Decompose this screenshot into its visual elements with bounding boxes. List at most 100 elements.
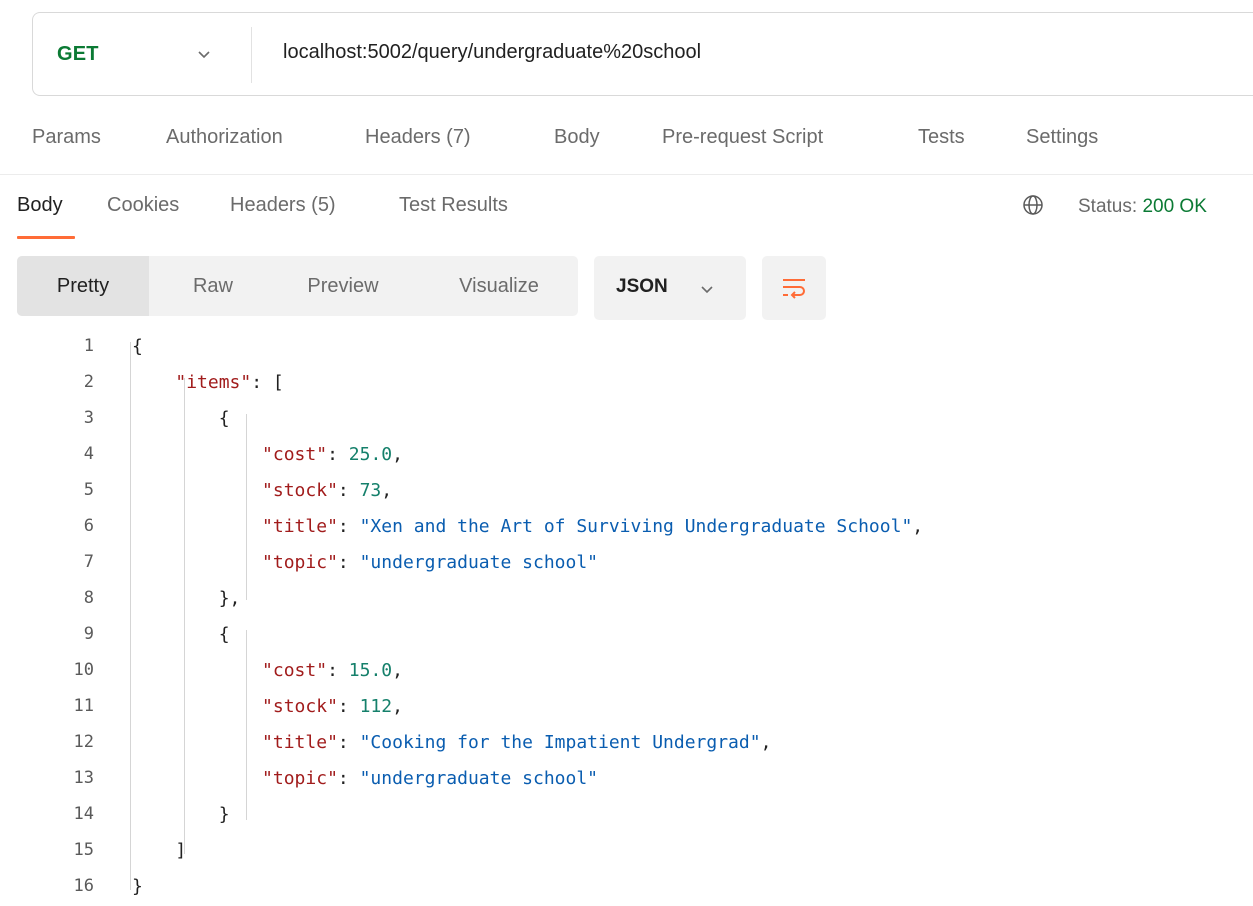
line-text: "items": [: [132, 372, 283, 393]
code-line: 2 "items": [: [0, 366, 1253, 402]
code-line: 8 },: [0, 582, 1253, 618]
line-number: 6: [83, 516, 94, 536]
line-text: "title": "Cooking for the Impatient Unde…: [132, 732, 771, 753]
code-token: :: [327, 444, 349, 465]
code-token: ,: [392, 660, 403, 681]
tab-params[interactable]: Params: [32, 126, 101, 149]
line-text: {: [132, 408, 230, 429]
view-raw-button[interactable]: Raw: [157, 256, 269, 316]
response-tab-headers[interactable]: Headers (5): [230, 194, 336, 217]
line-number: 1: [83, 336, 94, 356]
code-line: 11 "stock": 112,: [0, 690, 1253, 726]
format-select[interactable]: JSON: [594, 256, 746, 320]
chevron-down-icon[interactable]: [193, 43, 215, 65]
code-token: :: [337, 516, 360, 537]
section-divider: [0, 174, 1253, 175]
code-token: "items": [175, 372, 252, 393]
code-line: 1{: [0, 330, 1253, 366]
code-token: 15.0: [348, 660, 393, 681]
response-body-code[interactable]: 1{2 "items": [3 {4 "cost": 25.0, 5 "stock…: [0, 330, 1253, 897]
request-bar: GET localhost:5002/query/undergraduate%2…: [32, 12, 1253, 96]
status-indicator[interactable]: Status: 200 OK: [1078, 196, 1207, 218]
code-token: "stock": [262, 480, 338, 501]
tab-tests[interactable]: Tests: [918, 126, 965, 149]
method-select[interactable]: GET: [57, 43, 99, 66]
code-token: "Cooking for the Impatient Undergrad": [359, 732, 761, 753]
code-token: "undergraduate school": [359, 768, 599, 789]
line-text: ]: [132, 840, 186, 861]
line-text: "stock": 73,: [132, 480, 392, 501]
code-token: "title": [262, 516, 338, 537]
active-tab-indicator: [17, 236, 75, 239]
response-tab-test-results[interactable]: Test Results: [399, 194, 508, 217]
code-token: "cost": [262, 444, 328, 465]
view-preview-button[interactable]: Preview: [273, 256, 413, 316]
code-line: 13 "topic": "undergraduate school": [0, 762, 1253, 798]
code-line: 14 }: [0, 798, 1253, 834]
code-token: ,: [381, 480, 393, 501]
code-token: ]: [132, 840, 187, 861]
code-token: {: [132, 336, 143, 357]
code-token: :: [337, 768, 360, 789]
tab-headers[interactable]: Headers (7): [365, 126, 471, 149]
tab-settings[interactable]: Settings: [1026, 126, 1098, 149]
code-line: 10 "cost": 15.0,: [0, 654, 1253, 690]
url-input[interactable]: localhost:5002/query/undergraduate%20sch…: [283, 41, 701, 64]
response-tab-body[interactable]: Body: [17, 194, 63, 217]
response-tab-cookies[interactable]: Cookies: [107, 194, 179, 217]
tab-authorization[interactable]: Authorization: [166, 126, 283, 149]
globe-icon[interactable]: [1021, 193, 1045, 217]
line-number: 11: [73, 696, 94, 716]
code-line: 6 "title": "Xen and the Art of Surviving…: [0, 510, 1253, 546]
method-divider: [251, 27, 252, 83]
code-line: 15 ]: [0, 834, 1253, 870]
code-token: "stock": [262, 696, 338, 717]
code-token: :: [337, 732, 360, 753]
tab-body[interactable]: Body: [554, 126, 600, 149]
code-token: }: [132, 804, 230, 825]
code-line: 9 {: [0, 618, 1253, 654]
code-token: ,: [760, 732, 772, 753]
code-token: "title": [262, 732, 338, 753]
code-token: ,: [912, 516, 924, 537]
line-number: 8: [83, 588, 94, 608]
status-label: Status:: [1078, 196, 1138, 217]
code-line: 7 "topic": "undergraduate school": [0, 546, 1253, 582]
code-token: "topic": [262, 552, 338, 573]
view-visualize-button[interactable]: Visualize: [429, 256, 569, 316]
code-line: 4 "cost": 25.0,: [0, 438, 1253, 474]
line-number: 15: [73, 840, 94, 860]
view-pretty-button[interactable]: Pretty: [17, 256, 149, 316]
line-number: 16: [73, 876, 94, 896]
line-number: 9: [83, 624, 94, 644]
line-number: 3: [83, 408, 94, 428]
chevron-down-icon: [701, 286, 713, 294]
line-number: 5: [83, 480, 94, 500]
line-text: "topic": "undergraduate school": [132, 552, 598, 573]
code-token: "Xen and the Art of Surviving Undergradu…: [359, 516, 913, 537]
status-value: 200 OK: [1142, 196, 1207, 217]
code-token: "cost": [262, 660, 328, 681]
line-text: "title": "Xen and the Art of Surviving U…: [132, 516, 923, 537]
line-text: }: [132, 876, 143, 897]
code-token: {: [132, 624, 230, 645]
code-token: {: [132, 408, 230, 429]
line-text: "topic": "undergraduate school": [132, 768, 598, 789]
format-label: JSON: [616, 276, 668, 297]
code-token: :: [337, 696, 360, 717]
wrap-lines-button[interactable]: [762, 256, 826, 320]
tab-pre-request-script[interactable]: Pre-request Script: [662, 126, 823, 149]
code-token: "topic": [262, 768, 338, 789]
line-text: },: [132, 588, 241, 609]
code-token: "undergraduate school": [359, 552, 599, 573]
code-token: ,: [392, 696, 403, 717]
line-number: 10: [73, 660, 94, 680]
